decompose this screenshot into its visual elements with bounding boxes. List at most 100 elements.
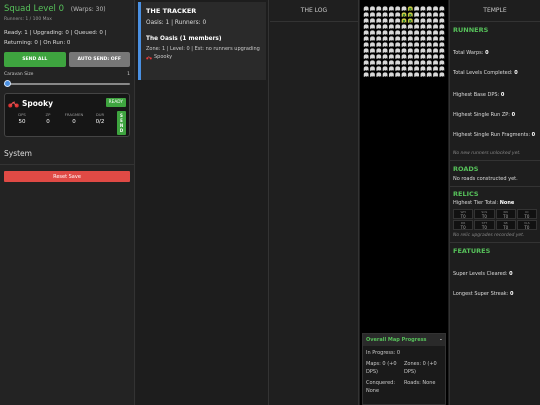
map-tile[interactable]	[439, 18, 445, 23]
map-tile[interactable]	[420, 6, 426, 11]
map-tile[interactable]	[407, 42, 413, 47]
map-tile[interactable]	[370, 24, 375, 29]
map-tile[interactable]	[414, 12, 420, 17]
map-tile[interactable]	[420, 12, 426, 17]
map-tile[interactable]	[376, 12, 382, 17]
map-tile[interactable]	[382, 60, 388, 65]
map-tile[interactable]	[376, 18, 382, 23]
map-tile[interactable]	[363, 66, 369, 71]
map-tile[interactable]	[439, 42, 445, 47]
map-tile[interactable]	[395, 30, 401, 35]
map-tile[interactable]	[433, 18, 438, 23]
map-tile[interactable]	[414, 36, 420, 41]
map-progress-header[interactable]: Overall Map Progress -	[363, 334, 445, 346]
map-grid[interactable]	[363, 6, 445, 78]
map-tile[interactable]	[388, 6, 394, 11]
map-tile[interactable]	[382, 36, 388, 41]
map-tile[interactable]	[382, 6, 388, 11]
map-tile[interactable]	[433, 6, 438, 11]
map-tile[interactable]	[420, 66, 426, 71]
map-tile[interactable]	[395, 36, 401, 41]
map-tile[interactable]	[388, 72, 394, 77]
map-tile[interactable]	[407, 66, 413, 71]
map-tile[interactable]	[363, 12, 369, 17]
map-tile[interactable]	[407, 48, 413, 53]
map-tile[interactable]	[395, 12, 401, 17]
map-tile[interactable]	[388, 30, 394, 35]
map-tile[interactable]	[420, 72, 426, 77]
map-tile[interactable]	[433, 60, 438, 65]
map-tile[interactable]	[376, 6, 382, 11]
map-tile[interactable]	[439, 24, 445, 29]
map-tile[interactable]	[401, 12, 407, 17]
map-tile[interactable]	[414, 30, 420, 35]
map-tile[interactable]	[382, 48, 388, 53]
map-tile[interactable]	[388, 66, 394, 71]
map-tile[interactable]	[388, 54, 394, 59]
map-tile[interactable]	[420, 42, 426, 47]
map-tile[interactable]	[370, 36, 375, 41]
map-tile[interactable]	[388, 48, 394, 53]
map-tile[interactable]	[407, 72, 413, 77]
map-tile[interactable]	[401, 24, 407, 29]
map-tile[interactable]	[401, 54, 407, 59]
map-tile[interactable]	[433, 30, 438, 35]
map-tile[interactable]	[363, 48, 369, 53]
map-tile[interactable]	[433, 12, 438, 17]
runner-card[interactable]: Spooky READY DPS 50 ZP 0 FRAGMEN 0 DUR 0…	[4, 93, 130, 137]
map-tile[interactable]	[376, 60, 382, 65]
map-tile[interactable]	[388, 60, 394, 65]
map-tile[interactable]	[414, 72, 420, 77]
map-tile[interactable]	[376, 30, 382, 35]
map-tile[interactable]	[363, 54, 369, 59]
map-tile[interactable]	[382, 30, 388, 35]
slider-knob[interactable]	[4, 80, 11, 87]
map-tile[interactable]	[370, 60, 375, 65]
map-tile[interactable]	[439, 66, 445, 71]
map-tile[interactable]	[420, 60, 426, 65]
map-tile[interactable]	[395, 60, 401, 65]
map-tile[interactable]	[439, 60, 445, 65]
map-tile[interactable]	[426, 6, 432, 11]
map-tile[interactable]	[376, 66, 382, 71]
caravan-size-slider[interactable]	[4, 80, 130, 88]
map-tile[interactable]	[395, 6, 401, 11]
map-tile[interactable]	[395, 24, 401, 29]
map-tile[interactable]	[426, 12, 432, 17]
map-tile[interactable]	[382, 18, 388, 23]
map-tile[interactable]	[388, 24, 394, 29]
map-tile[interactable]	[426, 60, 432, 65]
map-tile[interactable]	[433, 24, 438, 29]
map-tile[interactable]	[414, 42, 420, 47]
map-tile[interactable]	[370, 6, 375, 11]
map-tile[interactable]	[382, 72, 388, 77]
map-tile[interactable]	[439, 54, 445, 59]
map-tile[interactable]	[420, 18, 426, 23]
map-tile[interactable]	[388, 36, 394, 41]
map-tile[interactable]	[439, 48, 445, 53]
map-tile[interactable]	[363, 72, 369, 77]
map-tile[interactable]	[370, 48, 375, 53]
reset-save-button[interactable]: Reset Save	[4, 171, 130, 182]
map-tile[interactable]	[401, 60, 407, 65]
map-tile[interactable]	[420, 36, 426, 41]
map-tile[interactable]	[395, 72, 401, 77]
map-tile[interactable]	[363, 60, 369, 65]
map-tile[interactable]	[414, 18, 420, 23]
map-tile[interactable]	[426, 24, 432, 29]
map-tile[interactable]	[426, 30, 432, 35]
map-tile[interactable]	[439, 12, 445, 17]
map-tile[interactable]	[382, 12, 388, 17]
map-tile[interactable]	[426, 72, 432, 77]
map-tile[interactable]	[382, 42, 388, 47]
map-tile[interactable]	[433, 66, 438, 71]
map-tile[interactable]	[414, 66, 420, 71]
map-tile[interactable]	[376, 42, 382, 47]
map-tile[interactable]	[433, 36, 438, 41]
map-tile[interactable]	[401, 6, 407, 11]
map-tile[interactable]	[401, 36, 407, 41]
map-tile[interactable]	[426, 66, 432, 71]
map-tile[interactable]	[420, 24, 426, 29]
map-tile[interactable]	[414, 24, 420, 29]
map-tile[interactable]	[370, 30, 375, 35]
